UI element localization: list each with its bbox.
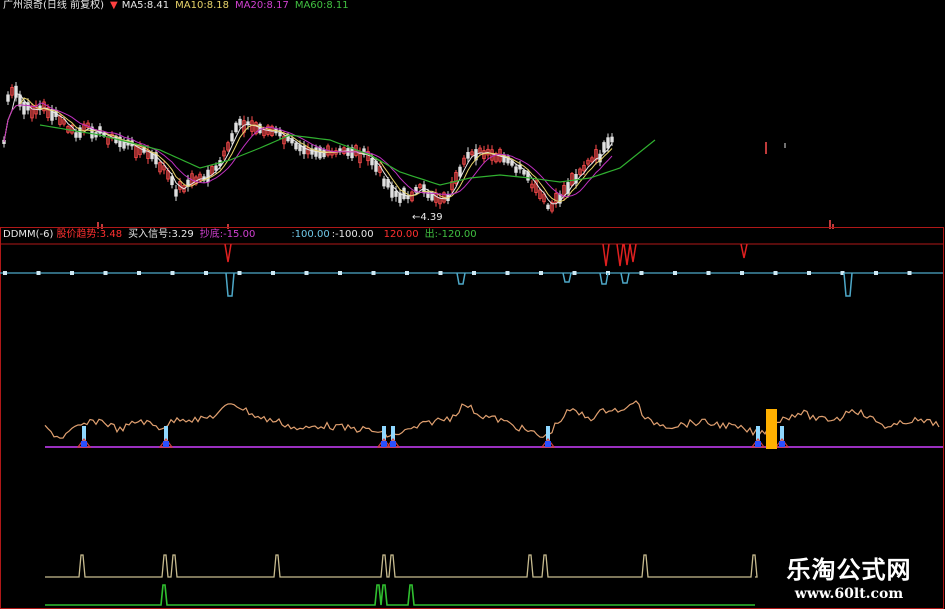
candle-body <box>382 178 386 187</box>
signal-base-square <box>545 441 551 447</box>
signal-pulse-panel[interactable] <box>45 554 758 606</box>
ddmm-dot <box>271 271 275 275</box>
down-triangle-icon: ▼ <box>109 0 118 11</box>
value-120: 120.00 <box>383 229 419 240</box>
watermark-url: www.60lt.com <box>794 586 904 602</box>
ddmm-indicator-panel[interactable] <box>0 227 944 609</box>
signal-base-square <box>81 441 87 447</box>
ddmm-dot <box>740 271 744 275</box>
ma20-label: MA20:8.17 <box>234 0 289 11</box>
ma10-label: MA10:8.18 <box>175 0 229 11</box>
ddmm-blue-dip <box>620 272 630 284</box>
ddmm-dot <box>907 271 912 275</box>
ddmm-dot <box>807 271 811 275</box>
ddmm-dot <box>3 271 7 275</box>
candle-body <box>394 190 398 197</box>
candle-body <box>458 166 462 177</box>
ddmm-blue-dip <box>843 272 853 297</box>
ddmm-dot <box>706 271 711 275</box>
candle-body <box>602 142 606 153</box>
ddmm-red-dip <box>616 243 624 267</box>
signal-base-square <box>163 441 169 447</box>
stock-title: 广州浪奇(日线 前复权) <box>3 0 104 11</box>
ddmm-red-dip <box>629 243 637 263</box>
ddmm-red-dip <box>740 243 748 259</box>
exit-label: 出:-120.00 <box>424 229 477 240</box>
candle-body <box>610 136 614 143</box>
candle-body <box>6 94 10 102</box>
oscillator-panel[interactable] <box>44 400 943 449</box>
ddmm-dot <box>572 271 577 275</box>
signal-base-square <box>390 441 396 447</box>
candle-body <box>174 189 178 197</box>
candle-body <box>238 118 242 126</box>
price-panel[interactable]: ←4.39 <box>2 82 834 229</box>
signal-base-square <box>779 441 785 447</box>
ma5-label: MA5:8.41 <box>121 0 170 11</box>
signal-base-square <box>381 441 387 447</box>
watermark-title: 乐淘公式网 <box>786 556 912 584</box>
bottom-fish-label: 抄底:-15.00 <box>199 229 256 240</box>
ddmm-dot <box>472 271 476 275</box>
candle-body <box>170 176 174 186</box>
candle-body <box>606 137 610 149</box>
ddmm-dot <box>405 271 409 275</box>
highlight-signal-bar <box>766 409 777 449</box>
ddmm-red-dip <box>602 243 610 267</box>
candle-body <box>514 166 518 173</box>
candle-body <box>522 170 526 175</box>
stock-trend-label: 股价趋势:3.48 <box>56 229 123 240</box>
value-100: :100.00 <box>291 229 330 240</box>
ddmm-red-dip <box>623 243 631 266</box>
value-neg100: :-100.00 <box>331 229 374 240</box>
ddmm-dot <box>304 271 309 275</box>
oscillator-line <box>44 400 940 439</box>
candle-body <box>466 151 470 159</box>
tan-pulse-line <box>45 554 758 578</box>
ddmm-dot <box>773 271 778 275</box>
ddmm-blue-dip <box>562 272 572 283</box>
ddmm-dot <box>36 271 41 275</box>
ddmm-dot <box>639 271 644 275</box>
candle-body <box>22 101 26 115</box>
candle-body <box>546 204 550 210</box>
ddmm-dot <box>338 271 342 275</box>
buy-signal-label: 买入信号:3.29 <box>128 229 194 240</box>
ddmm-red-dip <box>224 243 232 263</box>
ddmm-blue-dip <box>456 272 466 285</box>
ddmm-dot <box>237 271 242 275</box>
signal-base-square <box>755 441 761 447</box>
green-pulse-line <box>45 584 755 606</box>
candle-body <box>322 149 326 158</box>
ma60-label: MA60:8.11 <box>294 0 349 11</box>
indicator-header: DDMM(-6) 股价趋势:3.48 买入信号:3.29 抄底:-15.00 :100.… <box>3 229 483 241</box>
price-header: 广州浪奇(日线 前复权) ▼ MA5:8.41 MA10:8.18 MA20:8.17 M… <box>3 0 355 12</box>
watermark: 乐淘公式网 www.60lt.com <box>759 555 939 603</box>
ddmm-dot <box>505 271 510 275</box>
low-price-annotation: ←4.39 <box>412 212 443 223</box>
ddmm-dot <box>874 271 878 275</box>
indicator-name: DDMM(-6) <box>3 229 54 240</box>
ddmm-blue-dip <box>225 272 235 297</box>
candle-body <box>234 122 238 133</box>
ddmm-dot <box>70 271 74 275</box>
candle-body <box>206 169 210 183</box>
ddmm-dot <box>539 271 543 275</box>
candle-body <box>402 187 406 200</box>
candle-body <box>370 157 374 166</box>
candle-body <box>294 142 298 150</box>
ddmm-dot <box>673 271 677 275</box>
stock-chart-canvas[interactable]: ←4.39 <box>0 0 945 609</box>
ddmm-dot <box>371 271 376 275</box>
ddmm-dot <box>438 271 443 275</box>
candle-body <box>214 165 218 171</box>
candle-body <box>230 133 234 142</box>
ddmm-dot <box>170 271 175 275</box>
candle-body <box>74 132 78 138</box>
ddmm-dot <box>204 271 208 275</box>
panel-border <box>0 227 944 609</box>
ddmm-dot <box>103 271 108 275</box>
ddmm-dot <box>137 271 141 275</box>
